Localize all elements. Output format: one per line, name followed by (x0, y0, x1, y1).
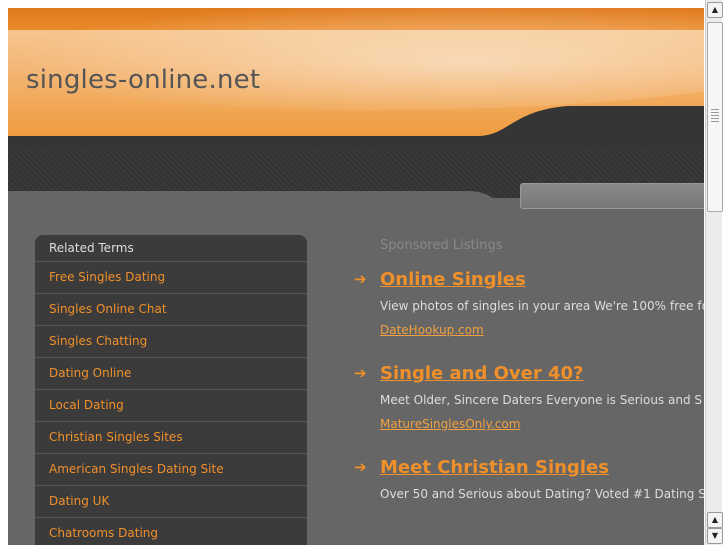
listing-description: Meet Older, Sincere Daters Everyone is S… (380, 393, 703, 407)
sidebar-item-free-singles-dating[interactable]: Free Singles Dating (35, 262, 307, 294)
sidebar-item-christian-singles-sites[interactable]: Christian Singles Sites (35, 422, 307, 454)
sidebar-heading: Related Terms (35, 235, 307, 262)
right-arrow-icon: ➔ (354, 270, 367, 288)
right-arrow-icon: ➔ (354, 364, 367, 382)
right-arrow-icon: ➔ (354, 458, 367, 476)
search-input[interactable] (520, 183, 704, 209)
sidebar-item-singles-chatting[interactable]: Singles Chatting (35, 326, 307, 358)
sidebar-item-singles-online-chat[interactable]: Singles Online Chat (35, 294, 307, 326)
sidebar-item-dating-online[interactable]: Dating Online (35, 358, 307, 390)
sponsored-listings: Sponsored Listings ➔ Online Singles View… (354, 238, 704, 525)
listing-url-link[interactable]: DateHookup.com (380, 323, 704, 337)
sidebar-item-dating-uk[interactable]: Dating UK (35, 486, 307, 518)
sidebar-item-local-dating[interactable]: Local Dating (35, 390, 307, 422)
listing-title-link[interactable]: Single and Over 40? (380, 363, 583, 384)
scroll-up-icon[interactable]: ▲ (707, 512, 723, 528)
listing-title-link[interactable]: Meet Christian Singles (380, 457, 609, 478)
related-terms-sidebar: Related Terms Free Singles Dating Single… (35, 235, 307, 545)
listing-item: ➔ Single and Over 40? Meet Older, Sincer… (354, 361, 704, 432)
sponsored-heading: Sponsored Listings (380, 238, 503, 253)
listing-description: Over 50 and Serious about Dating? Voted … (380, 487, 704, 501)
listing-title-link[interactable]: Online Singles (380, 269, 526, 290)
vertical-scrollbar[interactable]: ▲ ▲ ▼ (705, 0, 723, 545)
listing-url-link[interactable]: MatureSinglesOnly.com (380, 417, 704, 431)
scroll-up-icon[interactable]: ▲ (707, 2, 723, 18)
listing-item: ➔ Meet Christian Singles Over 50 and Ser… (354, 455, 704, 502)
scrollbar-thumb[interactable] (707, 22, 723, 212)
listing-description: View photos of singles in your area We'r… (380, 299, 704, 313)
scrollbar-grip-icon (711, 109, 719, 123)
sidebar-item-american-singles-dating-site[interactable]: American Singles Dating Site (35, 454, 307, 486)
scroll-down-icon[interactable]: ▼ (707, 528, 723, 544)
sidebar-item-chatrooms-dating[interactable]: Chatrooms Dating (35, 518, 307, 545)
site-title[interactable]: singles-online.net (26, 65, 260, 95)
page-frame: singles-online.net Related Terms Free Si… (8, 8, 704, 545)
listing-item: ➔ Online Singles View photos of singles … (354, 267, 704, 338)
